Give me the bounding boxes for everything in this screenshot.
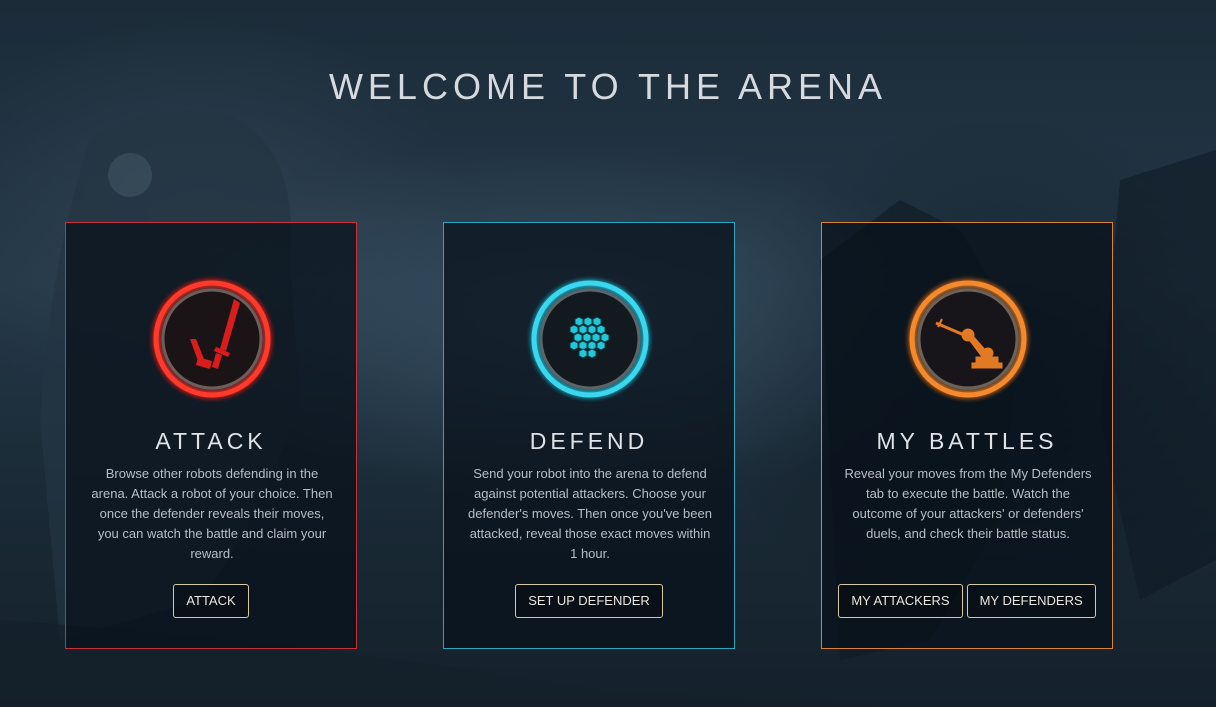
card-title: MY BATTLES	[876, 428, 1058, 454]
card-title: DEFEND	[529, 428, 649, 454]
defend-card: DEFEND Send your robot into the arena to…	[443, 222, 735, 649]
page-title: WELCOME TO THE ARENA	[328, 66, 888, 107]
my-attackers-button[interactable]: MY ATTACKERS	[838, 584, 963, 618]
card-title: ATTACK	[155, 428, 267, 454]
card-description: Browse other robots defending in the are…	[91, 466, 333, 561]
card-description: Reveal your moves from the My Defenders …	[844, 466, 1092, 541]
sword-icon	[146, 273, 278, 405]
hex-shield-icon	[524, 273, 656, 405]
my-battles-card: MY BATTLES Reveal your moves from the My…	[821, 222, 1113, 649]
attack-card: ATTACK Browse other robots defending in …	[65, 222, 357, 649]
robot-arm-icon	[902, 273, 1034, 405]
my-defenders-button[interactable]: MY DEFENDERS	[966, 584, 1096, 618]
attack-button[interactable]: ATTACK	[173, 584, 249, 618]
card-description: Send your robot into the arena to defend…	[468, 466, 712, 561]
set-up-defender-button[interactable]: SET UP DEFENDER	[515, 584, 663, 618]
